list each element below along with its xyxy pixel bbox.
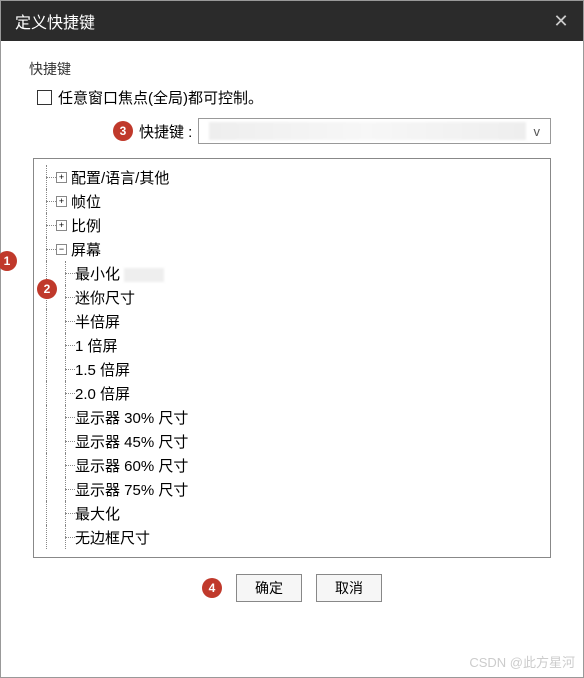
shortcut-label: 快捷键 : (139, 121, 192, 142)
tree-child: 迷你尺寸 (38, 285, 546, 309)
node-label[interactable]: 配置/语言/其他 (71, 167, 169, 188)
node-label[interactable]: 显示器 60% 尺寸 (75, 455, 188, 476)
node-label[interactable]: 2.0 倍屏 (75, 383, 130, 404)
global-focus-checkbox-row: 任意窗口焦点(全局)都可控制。 (37, 87, 561, 108)
tree-child-minimize: 最小化 (38, 261, 546, 285)
action-tree[interactable]: + 配置/语言/其他 + 帧位 + 比例 − 屏幕 最小化 (33, 158, 551, 558)
group-label: 快捷键 (29, 59, 561, 79)
node-label[interactable]: 显示器 30% 尺寸 (75, 407, 188, 428)
shortcut-dropdown[interactable]: v (198, 118, 551, 144)
ok-button[interactable]: 确定 (236, 574, 302, 602)
global-focus-checkbox[interactable] (37, 90, 52, 105)
callout-1: 1 (0, 251, 17, 271)
node-label[interactable]: 1.5 倍屏 (75, 359, 130, 380)
callout-3: 3 (113, 121, 133, 141)
node-label[interactable]: 无边框尺寸 (75, 527, 150, 548)
close-icon[interactable]: ✕ (553, 13, 569, 29)
tree-child: 2.0 倍屏 (38, 381, 546, 405)
collapse-icon[interactable]: − (56, 244, 67, 255)
node-label[interactable]: 比例 (71, 215, 101, 236)
tree-node-ratio: + 比例 (38, 213, 546, 237)
node-label[interactable]: 显示器 75% 尺寸 (75, 479, 188, 500)
callout-4: 4 (202, 578, 222, 598)
expand-icon[interactable]: + (56, 220, 67, 231)
tree-child: 显示器 45% 尺寸 (38, 429, 546, 453)
cancel-button[interactable]: 取消 (316, 574, 382, 602)
expand-icon[interactable]: + (56, 172, 67, 183)
node-label[interactable]: 帧位 (71, 191, 101, 212)
tree-child: 无边框尺寸 (38, 525, 546, 549)
node-label[interactable]: 迷你尺寸 (75, 287, 135, 308)
expand-icon[interactable]: + (56, 196, 67, 207)
tree-child: 1 倍屏 (38, 333, 546, 357)
tree-node-screen: − 屏幕 (38, 237, 546, 261)
tree-child: 半倍屏 (38, 309, 546, 333)
node-label[interactable]: 半倍屏 (75, 311, 120, 332)
tree-node-frame: + 帧位 (38, 189, 546, 213)
tree-child: 1.5 倍屏 (38, 357, 546, 381)
tree-child-maximize: 最大化 (38, 501, 546, 525)
node-label[interactable]: 显示器 45% 尺寸 (75, 431, 188, 452)
tree-child: 显示器 75% 尺寸 (38, 477, 546, 501)
node-label[interactable]: 1 倍屏 (75, 335, 118, 356)
node-label[interactable]: 最大化 (75, 503, 120, 524)
global-focus-label: 任意窗口焦点(全局)都可控制。 (58, 87, 263, 108)
shortcut-row: 3 快捷键 : v (113, 118, 551, 144)
content-area: 快捷键 任意窗口焦点(全局)都可控制。 3 快捷键 : v + 配置/语言/其他… (1, 41, 583, 677)
tree-child: 显示器 30% 尺寸 (38, 405, 546, 429)
tree-node-config: + 配置/语言/其他 (38, 165, 546, 189)
tree-child: 显示器 60% 尺寸 (38, 453, 546, 477)
footer: 4 确定 取消 (23, 558, 561, 622)
watermark: CSDN @此方星河 (469, 652, 575, 671)
shortcut-value-blurred (209, 122, 525, 140)
node-label[interactable]: 最小化 (75, 263, 164, 284)
titlebar: 定义快捷键 ✕ (1, 1, 583, 41)
node-label[interactable]: 屏幕 (71, 239, 101, 260)
callout-2: 2 (37, 279, 57, 299)
window-title: 定义快捷键 (15, 9, 553, 33)
dialog-window: 定义快捷键 ✕ 快捷键 任意窗口焦点(全局)都可控制。 3 快捷键 : v + … (0, 0, 584, 678)
chevron-down-icon: v (534, 124, 541, 139)
